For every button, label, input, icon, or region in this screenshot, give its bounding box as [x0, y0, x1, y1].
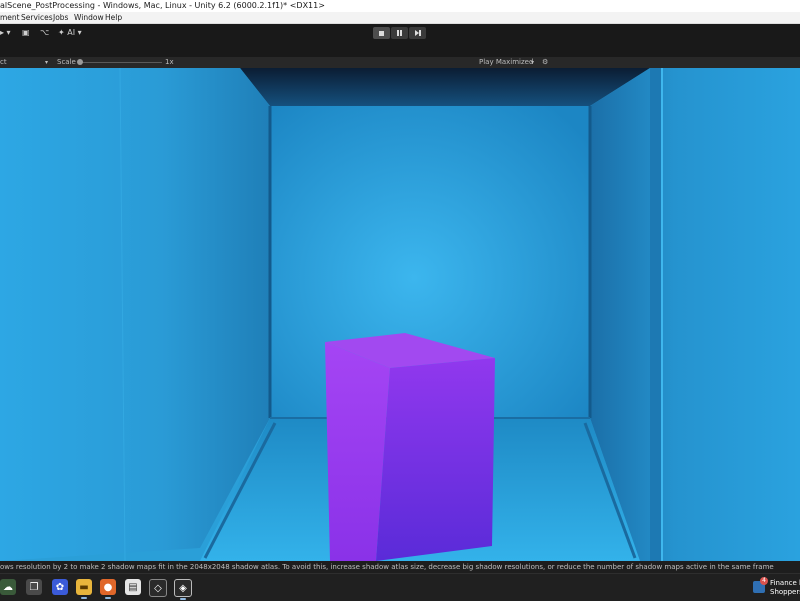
right-wall-pillar	[650, 68, 662, 561]
main-toolbar: ▸ ▾ ▣ ⌥ ✦ AI ▾	[0, 24, 800, 57]
pause-button[interactable]	[391, 27, 408, 39]
game-view-toolbar: ct ▾ Scale 1x Play Maximized ▾ ⚙	[0, 57, 800, 68]
menu-item-window[interactable]: Window	[74, 12, 104, 23]
version-control-icon[interactable]: ⌥	[40, 28, 49, 38]
notepad-icon[interactable]: ▤	[125, 579, 141, 595]
display-dropdown[interactable]: ct	[0, 57, 7, 68]
game-viewport[interactable]	[0, 68, 800, 561]
ai-label: AI	[67, 28, 76, 37]
console-status-bar[interactable]: ows resolution by 2 to make 2 shadow map…	[0, 561, 800, 573]
pause-icon	[397, 30, 402, 36]
news-badge: 4	[760, 577, 768, 585]
menu-item-help[interactable]: Help	[105, 12, 122, 23]
window-title: alScene_PostProcessing - Windows, Mac, L…	[0, 1, 325, 10]
menu-item-services[interactable]: Services	[21, 12, 53, 23]
scale-value: 1x	[165, 58, 174, 66]
ai-button[interactable]: ✦ AI ▾	[58, 28, 82, 38]
package-icon[interactable]: ▣	[22, 28, 30, 38]
stop-button[interactable]	[373, 27, 390, 39]
sparkle-icon: ✦	[58, 28, 65, 37]
news-headline-2: Shoppers	[770, 588, 800, 596]
scale-slider-handle[interactable]	[77, 59, 83, 65]
news-widget[interactable]: 4 Finance h Shoppers	[753, 577, 800, 599]
scale-slider-track[interactable]	[80, 62, 162, 63]
play-controls	[373, 27, 426, 39]
file-explorer-icon[interactable]: ▬	[76, 579, 92, 599]
account-dropdown-icon[interactable]: ▸ ▾	[0, 28, 11, 38]
menu-item-jobs[interactable]: Jobs	[53, 12, 68, 23]
scene-render	[0, 68, 800, 561]
room-ceiling	[240, 68, 650, 106]
task-view-icon[interactable]: ❐	[26, 579, 42, 595]
copilot-icon[interactable]: ✿	[52, 579, 68, 595]
step-icon	[414, 30, 421, 36]
window-title-bar: alScene_PostProcessing - Windows, Mac, L…	[0, 0, 800, 12]
play-maximized-dropdown[interactable]: Play Maximized	[479, 57, 533, 68]
step-button[interactable]	[409, 27, 426, 39]
gizmo-settings-icon[interactable]: ⚙	[542, 57, 548, 68]
windows-taskbar: ☁ ❐ ✿ ▬ ● ▤ ◇ ◈ 4 Finance h Shoppers	[0, 573, 800, 601]
status-message: ows resolution by 2 to make 2 shadow map…	[0, 563, 774, 571]
news-headline-1: Finance h	[770, 579, 800, 587]
purple-cube	[325, 333, 495, 561]
room-right-wall	[590, 68, 800, 561]
display-chevron-icon[interactable]: ▾	[45, 57, 48, 68]
scale-label: Scale	[57, 58, 76, 66]
cube-side-face	[376, 358, 495, 561]
play-mode-chevron-icon[interactable]: ▾	[531, 57, 534, 68]
menu-bar: ment Services Jobs Window Help	[0, 12, 800, 24]
chevron-down-icon: ▾	[77, 28, 82, 37]
firefox-icon[interactable]: ●	[100, 579, 116, 599]
widgets-icon[interactable]: ☁	[0, 579, 16, 595]
menu-item-component[interactable]: ment	[0, 12, 20, 23]
stop-icon	[379, 30, 384, 36]
unity-hub-icon[interactable]: ◇	[149, 579, 167, 597]
room-left-wall	[0, 68, 270, 561]
unity-editor-icon[interactable]: ◈	[174, 579, 192, 600]
